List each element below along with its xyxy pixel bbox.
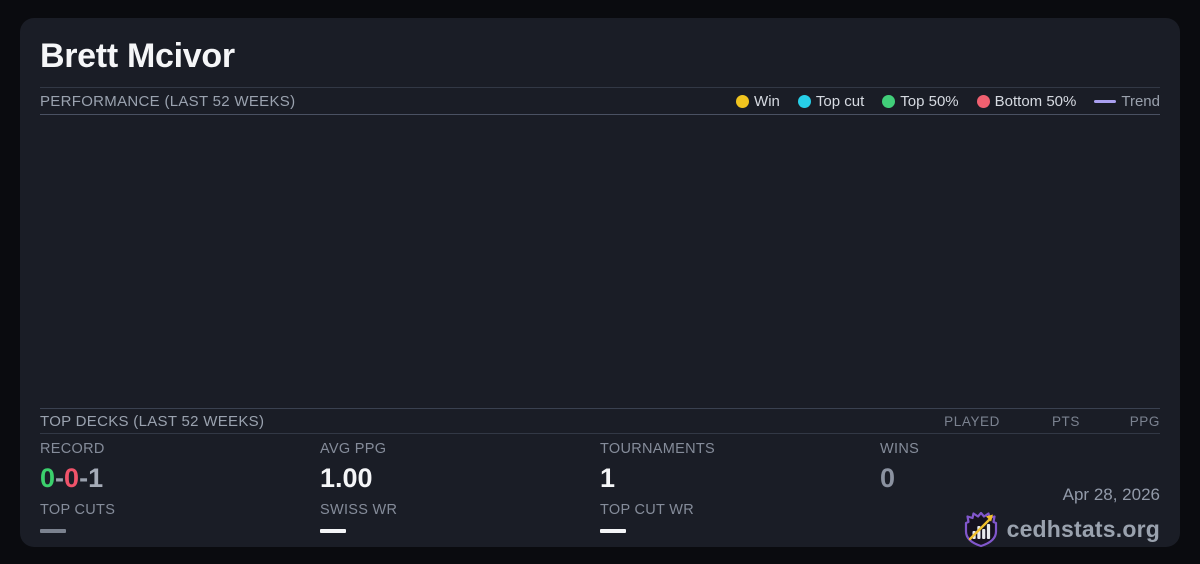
column-header-pts: PTS (1051, 413, 1080, 429)
avg-ppg-value: 1.00 (320, 462, 373, 493)
top-cuts-label: TOP CUTS (40, 501, 116, 518)
top-decks-column-headers: PLAYED PTS PPG (920, 414, 1160, 429)
record-draws: 1 (88, 462, 104, 493)
record-value: 0-0-1 (40, 462, 320, 493)
brand-name: cedhstats.org (1006, 515, 1160, 542)
stat-tournaments-column: TOURNAMENTS 1 TOP CUT WR — (600, 442, 880, 547)
wins-label: WINS (880, 441, 920, 457)
swiss-wr-label: SWISS WR (320, 501, 398, 518)
record-separator: - (55, 462, 65, 493)
branding-block: Apr 28, 2026 cedhstats.org (963, 486, 1160, 548)
top-cuts-value: — (40, 529, 320, 533)
stat-avg-ppg-column: AVG PPG 1.00 SWISS WR — (320, 442, 600, 547)
player-name-title: Brett Mcivor (40, 37, 235, 75)
top-50-color-dot-icon (882, 94, 896, 108)
legend-item-bottom-50: Bottom 50% (976, 92, 1077, 110)
chart-legend: Win Top cut Top 50% Bottom 50% Trend (736, 93, 1160, 110)
legend-item-top-50: Top 50% (882, 92, 959, 110)
record-separator: - (79, 462, 89, 493)
legend-item-trend: Trend (1094, 93, 1160, 110)
top-cut-wr-value: — (600, 529, 880, 533)
legend-label: Bottom 50% (994, 92, 1077, 110)
top-cut-wr-label: TOP CUT WR (600, 501, 695, 518)
legend-item-top-cut: Top cut (797, 92, 865, 110)
shield-chart-logo-icon (964, 511, 997, 548)
player-stats-card: Brett Mcivor PERFORMANCE (LAST 52 WEEKS)… (20, 18, 1180, 548)
column-header-played: PLAYED (944, 413, 1000, 429)
tournaments-label: TOURNAMENTS (600, 441, 716, 457)
legend-item-win: Win (736, 93, 780, 110)
performance-section-header: PERFORMANCE (LAST 52 WEEKS) Win Top cut … (40, 87, 1160, 115)
stat-record-column: RECORD 0-0-1 TOP CUTS — (40, 442, 320, 547)
legend-label: Top 50% (900, 92, 959, 110)
win-color-dot-icon (736, 94, 750, 108)
trend-line-icon (1094, 99, 1117, 103)
dash-placeholder-icon (40, 529, 66, 533)
dash-placeholder-icon (600, 529, 626, 533)
top-decks-heading: TOP DECKS (LAST 52 WEEKS) (40, 412, 265, 430)
dash-placeholder-icon (320, 529, 346, 533)
footer-date: Apr 28, 2026 (1062, 485, 1160, 504)
record-label: RECORD (40, 441, 105, 457)
bottom-50-color-dot-icon (976, 94, 990, 108)
column-header-ppg: PPG (1129, 413, 1160, 429)
record-wins: 0 (40, 462, 56, 493)
title-row: Brett Mcivor (40, 18, 1160, 87)
performance-heading: PERFORMANCE (LAST 52 WEEKS) (40, 92, 296, 110)
legend-label: Trend (1121, 92, 1160, 110)
swiss-wr-value: — (320, 529, 600, 533)
legend-label: Win (754, 92, 780, 110)
avg-ppg-label: AVG PPG (320, 441, 387, 457)
brand-row: cedhstats.org (963, 510, 1160, 548)
top-decks-section-header: TOP DECKS (LAST 52 WEEKS) PLAYED PTS PPG (40, 408, 1160, 434)
stats-summary: RECORD 0-0-1 TOP CUTS — AVG PPG 1.00 SWI… (40, 434, 1160, 548)
top-cut-color-dot-icon (797, 94, 811, 108)
tournaments-value: 1 (600, 462, 616, 493)
record-losses: 0 (64, 462, 80, 493)
legend-label: Top cut (815, 92, 865, 110)
performance-chart-area (40, 115, 1160, 408)
